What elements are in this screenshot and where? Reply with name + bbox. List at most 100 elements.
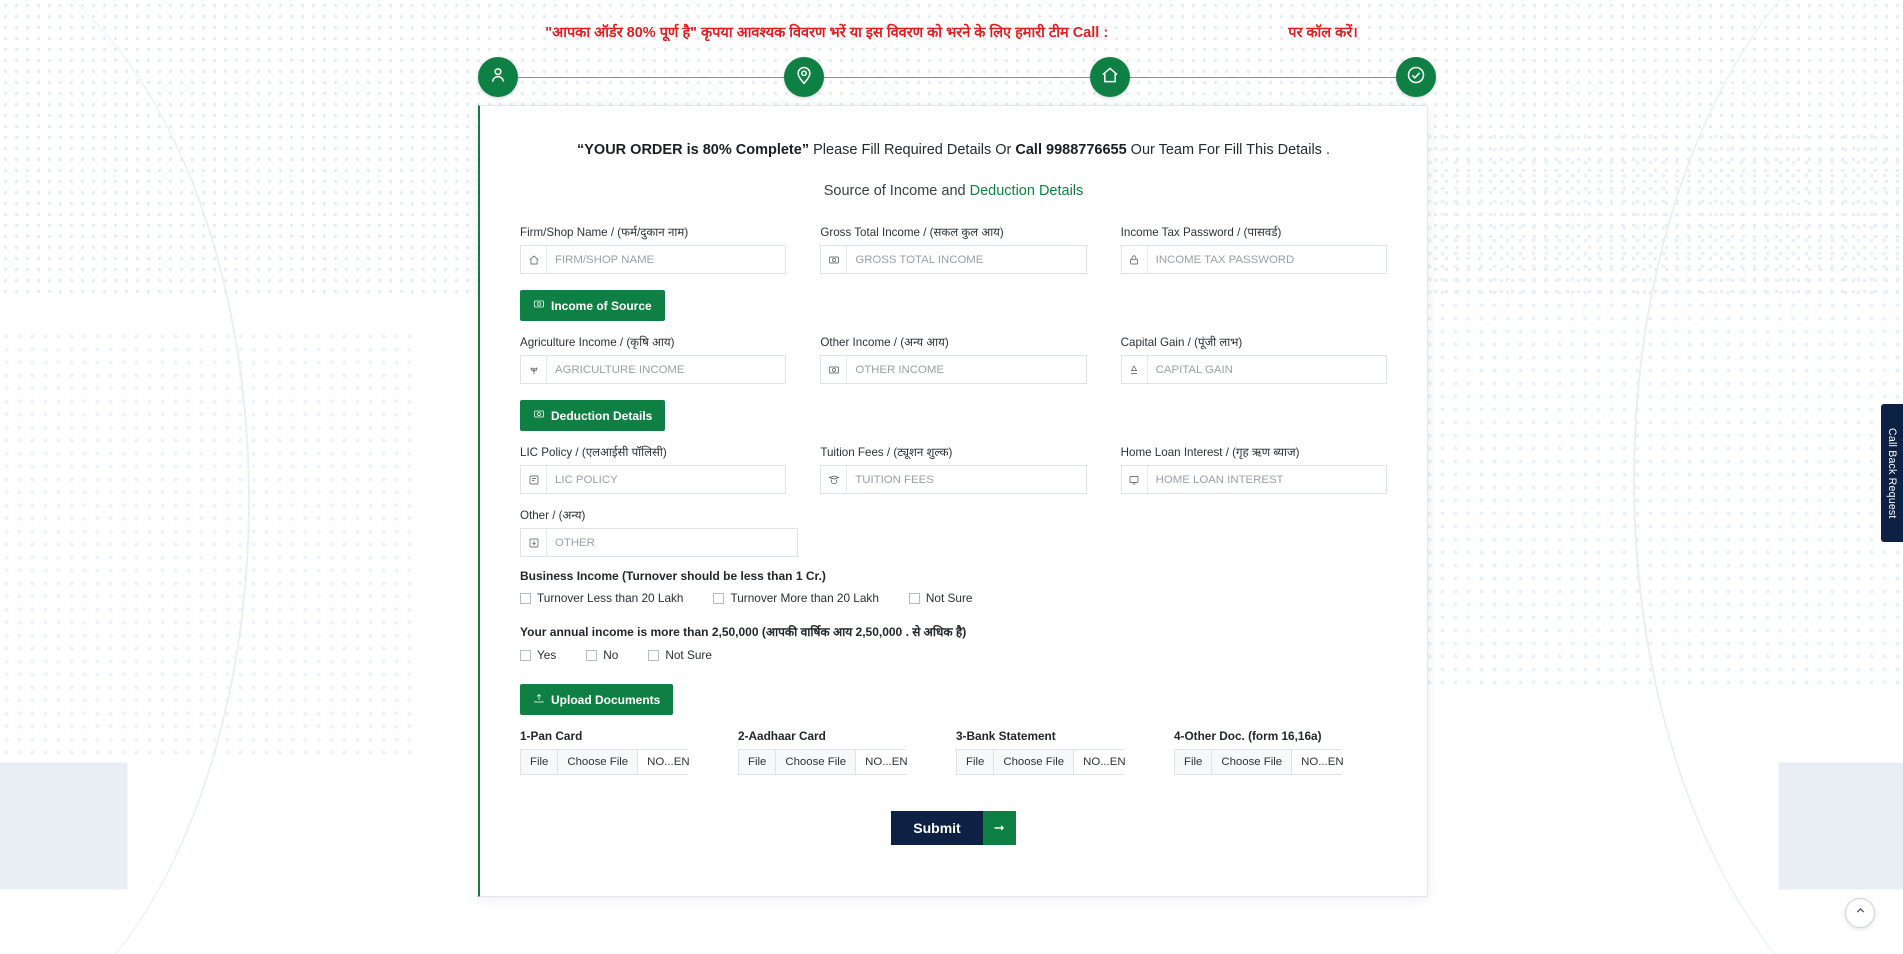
deduction-details-row: Deduction Details xyxy=(520,400,1387,431)
checkbox-box[interactable] xyxy=(520,592,531,604)
deduction-details-button[interactable]: Deduction Details xyxy=(520,400,666,431)
label-other-income: Other Income / (अन्य आय) xyxy=(820,336,949,349)
agriculture-income-input[interactable] xyxy=(547,356,786,383)
checkbox-label: Not Sure xyxy=(925,591,973,605)
field-agriculture-income: Agriculture Income / (कृषि आय) xyxy=(520,335,787,384)
income-form: Firm/Shop Name / (फर्म/दुकान नाम) Gross … xyxy=(480,225,1427,845)
choose-file-button[interactable]: Choose File xyxy=(776,750,857,774)
file-input-pan-card[interactable]: File Choose File NO...EN xyxy=(520,749,699,775)
input-group-home-loan-interest[interactable] xyxy=(1120,465,1387,494)
notice-text-after: पर कॉल करें। xyxy=(1288,25,1358,41)
page-root: "आपका ऑर्डर 80% पूर्ण है" कृपया आवश्यक व… xyxy=(0,0,1903,954)
background-curve-left xyxy=(0,0,250,954)
file-button[interactable]: File xyxy=(739,750,777,774)
file-status: NO...EN xyxy=(1074,750,1135,774)
lock-icon xyxy=(1122,246,1148,273)
input-group-firm-shop-name[interactable] xyxy=(520,245,787,274)
checkbox-label: Turnover Less than 20 Lakh xyxy=(537,591,684,605)
checkbox-box[interactable] xyxy=(520,649,531,661)
card-heading-bold: “YOUR ORDER is 80% Complete” xyxy=(577,142,810,158)
income-of-source-button[interactable]: Income of Source xyxy=(520,290,665,321)
file-status: NO...EN xyxy=(856,750,917,774)
submit-button[interactable]: Submit ➞ xyxy=(891,811,1016,845)
choose-file-button[interactable]: Choose File xyxy=(994,750,1075,774)
deduction-details-label: Deduction Details xyxy=(551,408,653,423)
arrow-right-icon: ➞ xyxy=(982,811,1016,845)
choose-file-button[interactable]: Choose File xyxy=(558,750,639,774)
file-input-other-doc[interactable]: File Choose File NO...EN xyxy=(1174,749,1353,775)
submit-label: Submit xyxy=(891,811,983,845)
business-income-options: Turnover Less than 20 Lakh Turnover More… xyxy=(520,591,1387,605)
income-tax-password-input[interactable] xyxy=(1147,246,1386,273)
home-icon xyxy=(1100,65,1120,90)
upload-label: 4-Other Doc. (form 16,16a) xyxy=(1174,729,1322,743)
input-group-other[interactable] xyxy=(520,528,798,557)
checkbox-annual-yes[interactable]: Yes xyxy=(520,648,556,662)
gross-total-income-input[interactable] xyxy=(847,246,1086,273)
scroll-to-top-button[interactable] xyxy=(1845,898,1875,928)
checkbox-turnover-not-sure[interactable]: Not Sure xyxy=(908,591,973,605)
choose-file-button[interactable]: Choose File xyxy=(1212,750,1293,774)
card-heading-phone: Call 9988776655 xyxy=(1015,142,1127,158)
upload-documents-row: Upload Documents xyxy=(520,684,1387,715)
label-income-tax-password: Income Tax Password / (पासवर्ड) xyxy=(1120,226,1282,239)
label-gross-total-income: Gross Total Income / (सकल कुल आय) xyxy=(820,226,1004,239)
field-lic-policy: LIC Policy / (एलआईसी पॉलिसी) xyxy=(520,445,787,494)
file-input-bank-statement[interactable]: File Choose File NO...EN xyxy=(956,749,1135,775)
order-status-notice: "आपका ऑर्डर 80% पूर्ण है" कृपया आवश्यक व… xyxy=(0,22,1903,42)
field-other: Other / (अन्य) xyxy=(520,508,798,557)
file-input-aadhaar-card[interactable]: File Choose File NO...EN xyxy=(738,749,917,775)
call-back-request-tab[interactable]: Call Back Request xyxy=(1881,404,1903,542)
background-map-pattern-left xyxy=(0,330,420,760)
input-group-lic-policy[interactable] xyxy=(520,465,787,494)
plant-icon xyxy=(521,356,547,383)
other-input[interactable] xyxy=(547,529,797,556)
label-tuition-fees: Tuition Fees / (ट्यूशन शुल्क) xyxy=(820,446,953,459)
upload-aadhaar-card: 2-Aadhaar Card File Choose File NO...EN xyxy=(738,729,922,775)
checkbox-turnover-less-20-lakh[interactable]: Turnover Less than 20 Lakh xyxy=(520,591,683,605)
input-group-tuition-fees[interactable] xyxy=(820,465,1087,494)
input-group-agriculture-income[interactable] xyxy=(520,355,787,384)
capital-gain-input[interactable] xyxy=(1147,356,1386,383)
file-button[interactable]: File xyxy=(957,750,995,774)
file-button[interactable]: File xyxy=(1175,750,1213,774)
firm-shop-name-input[interactable] xyxy=(547,246,786,273)
input-group-gross-total-income[interactable] xyxy=(820,245,1087,274)
checkbox-box[interactable] xyxy=(908,592,920,604)
checkbox-turnover-more-20-lakh[interactable]: Turnover More than 20 Lakh xyxy=(713,591,879,605)
upload-documents-button[interactable]: Upload Documents xyxy=(520,684,674,715)
step-personal[interactable] xyxy=(478,57,518,97)
section-title-accent: Deduction Details xyxy=(969,183,1084,199)
checkbox-box[interactable] xyxy=(648,649,660,661)
field-income-tax-password: Income Tax Password / (पासवर्ड) xyxy=(1120,225,1387,274)
other-income-input[interactable] xyxy=(847,356,1086,383)
lic-policy-input[interactable] xyxy=(547,466,786,493)
upload-bank-statement: 3-Bank Statement File Choose File NO...E… xyxy=(956,729,1140,775)
upload-label: 1-Pan Card xyxy=(520,729,583,743)
step-address[interactable] xyxy=(784,57,824,97)
step-complete[interactable] xyxy=(1396,57,1436,97)
checkbox-annual-no[interactable]: No xyxy=(586,648,618,662)
input-group-capital-gain[interactable] xyxy=(1120,355,1387,384)
checkbox-box[interactable] xyxy=(586,649,598,661)
money-icon xyxy=(533,408,545,423)
card-heading-mid: Please Fill Required Details Or xyxy=(809,142,1016,158)
home-loan-interest-input[interactable] xyxy=(1147,466,1386,493)
file-button[interactable]: File xyxy=(521,750,559,774)
upload-label: 3-Bank Statement xyxy=(956,729,1056,743)
input-group-income-tax-password[interactable] xyxy=(1120,245,1387,274)
field-home-loan-interest: Home Loan Interest / (गृह ऋण ब्याज) xyxy=(1120,445,1387,494)
income-of-source-row: Income of Source xyxy=(520,290,1387,321)
checkbox-label: Yes xyxy=(537,648,557,662)
form-row-3: LIC Policy / (एलआईसी पॉलिसी) Tuition Fee… xyxy=(520,445,1387,494)
checkbox-label: Turnover More than 20 Lakh xyxy=(730,591,879,605)
label-home-loan-interest: Home Loan Interest / (गृह ऋण ब्याज) xyxy=(1120,446,1300,459)
card-heading-tail: Our Team For Fill This Details . xyxy=(1126,142,1330,158)
checkbox-box[interactable] xyxy=(713,592,725,604)
box-arrow-icon xyxy=(521,529,547,556)
input-group-other-income[interactable] xyxy=(820,355,1087,384)
checkbox-annual-not-sure[interactable]: Not Sure xyxy=(648,648,712,662)
step-income[interactable] xyxy=(1090,57,1130,97)
file-status: NO...EN xyxy=(638,750,699,774)
tuition-fees-input[interactable] xyxy=(847,466,1086,493)
